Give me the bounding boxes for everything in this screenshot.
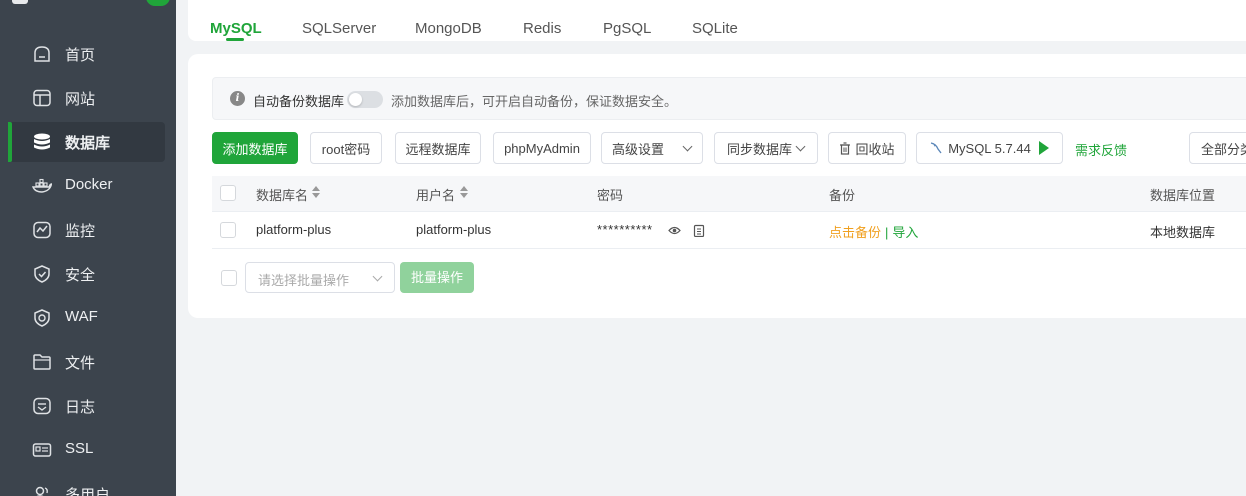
users-icon	[35, 486, 48, 496]
sidebar-item-users[interactable]: 多用户	[8, 474, 165, 496]
sidebar-item-database[interactable]: 数据库	[8, 122, 165, 162]
root-password-button[interactable]: root密码	[310, 132, 382, 164]
select-all-checkbox[interactable]	[220, 185, 236, 201]
brand: 0	[6, 0, 176, 8]
ssl-icon	[32, 443, 52, 457]
chevron-down-icon	[372, 271, 383, 282]
mysql-version-button[interactable]: MySQL 5.7.44	[916, 132, 1063, 164]
column-header-location: 数据库位置	[1150, 188, 1216, 203]
sidebar-item-waf[interactable]: WAF	[8, 298, 165, 338]
folder-icon	[33, 354, 51, 370]
backup-link[interactable]: 点击备份	[829, 225, 881, 240]
recycle-bin-label: 回收站	[855, 141, 895, 157]
sidebar-item-home[interactable]: 首页	[8, 34, 165, 74]
sidebar-item-files[interactable]: 文件	[8, 342, 165, 382]
monitor-icon	[33, 221, 51, 239]
shield-icon	[34, 265, 50, 283]
tab-sqlite[interactable]: SQLite	[692, 20, 738, 37]
sidebar: 0 首页 网站 数据库 Docker 监控 安全 WAF 文件 日志 SSL	[0, 0, 176, 496]
db-location: 本地数据库	[1150, 225, 1216, 240]
sort-icon[interactable]	[460, 186, 468, 199]
sidebar-item-label: 监控	[65, 223, 96, 240]
sidebar-item-monitor[interactable]: 监控	[8, 210, 165, 250]
sidebar-item-label: 文件	[65, 355, 96, 372]
sidebar-item-label: 首页	[65, 47, 96, 64]
sidebar-item-label: Docker	[65, 176, 113, 193]
recycle-bin-button[interactable]: 回收站	[828, 132, 906, 164]
sidebar-item-label: 网站	[65, 91, 96, 108]
toggle-knob	[349, 93, 362, 106]
db-name[interactable]: platform-plus	[256, 222, 331, 237]
table-header	[212, 176, 1246, 212]
sort-icon[interactable]	[312, 186, 320, 199]
feedback-link[interactable]: 需求反馈	[1075, 140, 1127, 159]
sidebar-item-ssl[interactable]: SSL	[8, 430, 165, 470]
sidebar-item-label: SSL	[65, 440, 94, 457]
website-icon	[33, 89, 51, 107]
sidebar-item-security[interactable]: 安全	[8, 254, 165, 294]
tab-redis[interactable]: Redis	[523, 20, 561, 37]
add-database-button[interactable]: 添加数据库	[212, 132, 298, 164]
tab-mongodb[interactable]: MongoDB	[415, 20, 482, 37]
tab-sqlserver[interactable]: SQLServer	[302, 20, 376, 37]
batch-action-placeholder: 请选择批量操作	[258, 273, 350, 288]
sidebar-item-label: 多用户	[65, 487, 111, 496]
column-header-password: 密码	[597, 188, 624, 203]
remote-database-button[interactable]: 远程数据库	[395, 132, 481, 164]
batch-action-select[interactable]: 请选择批量操作	[245, 262, 395, 293]
notification-badge[interactable]: 0	[146, 0, 170, 6]
column-header-backup: 备份	[829, 188, 856, 203]
log-icon	[33, 397, 51, 415]
sidebar-item-label: 日志	[65, 399, 96, 416]
home-icon	[34, 46, 50, 62]
advanced-settings-button[interactable]: 高级设置	[601, 132, 675, 164]
mysql-dolphin-icon	[931, 142, 942, 154]
eye-icon[interactable]	[668, 224, 681, 237]
waf-icon	[34, 309, 50, 327]
column-header-name[interactable]: 数据库名	[256, 185, 308, 204]
auto-backup-label: 自动备份数据库	[253, 94, 345, 109]
tab-pgsql[interactable]: PgSQL	[603, 20, 651, 37]
chevron-down-icon	[682, 141, 693, 152]
docker-icon	[32, 178, 52, 193]
sidebar-item-label: 安全	[65, 267, 96, 284]
row-divider	[212, 248, 1246, 249]
sidebar-item-label: WAF	[65, 308, 98, 325]
trash-icon	[840, 141, 851, 155]
sidebar-item-logs[interactable]: 日志	[8, 386, 165, 426]
info-icon: i	[230, 91, 245, 106]
row-checkbox[interactable]	[220, 222, 236, 238]
mysql-version-label: MySQL 5.7.44	[948, 140, 1031, 156]
chevron-down-icon	[795, 141, 806, 152]
play-icon	[1038, 141, 1049, 155]
tab-mysql[interactable]: MySQL	[210, 20, 262, 37]
database-icon	[34, 133, 50, 150]
advanced-settings-dropdown[interactable]	[674, 132, 703, 164]
copy-icon[interactable]	[693, 224, 705, 237]
category-select[interactable]: 全部分类	[1189, 132, 1246, 164]
batch-action-button[interactable]: 批量操作	[400, 262, 474, 293]
backup-cell: 点击备份 | 导入	[829, 222, 918, 241]
auto-backup-hint: 添加数据库后，可开启自动备份，保证数据安全。	[391, 94, 678, 109]
sync-database-button[interactable]: 同步数据库	[714, 132, 818, 164]
db-user: platform-plus	[416, 222, 492, 237]
active-tab-indicator	[226, 38, 244, 41]
batch-select-all-checkbox[interactable]	[221, 270, 237, 286]
sync-database-label: 同步数据库	[727, 141, 793, 157]
column-header-user[interactable]: 用户名	[416, 185, 455, 204]
phpmyadmin-button[interactable]: phpMyAdmin	[493, 132, 591, 164]
backup-separator: |	[885, 225, 889, 240]
db-password: **********	[597, 222, 653, 237]
sidebar-item-website[interactable]: 网站	[8, 78, 165, 118]
logo-icon	[12, 0, 28, 4]
sidebar-item-docker[interactable]: Docker	[8, 166, 165, 206]
import-link[interactable]: 导入	[892, 225, 918, 240]
sidebar-item-label: 数据库	[65, 135, 111, 152]
